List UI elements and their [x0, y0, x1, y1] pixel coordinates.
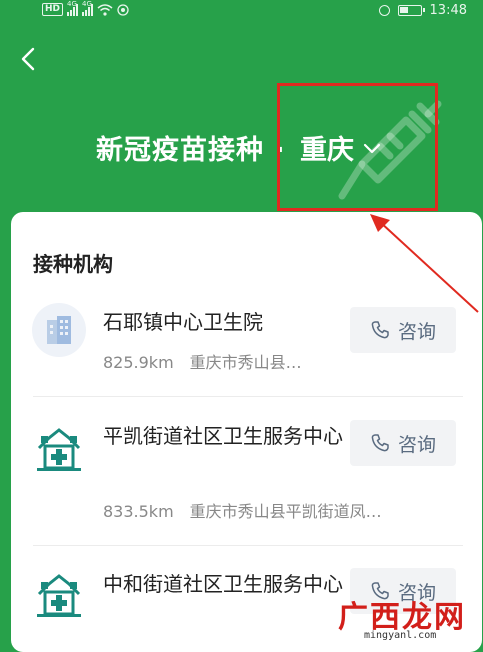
- phone-icon: [371, 434, 389, 452]
- status-right: 13:48: [378, 3, 467, 18]
- status-left: HD 4G 4G: [42, 0, 129, 16]
- watermark: 广西龙网 mingyanl.com: [320, 590, 483, 642]
- consult-button[interactable]: 咨询: [350, 420, 456, 466]
- org-meta: 825.9km 重庆市秀山县…: [103, 349, 302, 373]
- page-title: 新冠疫苗接种 ·: [96, 135, 286, 166]
- org-name: 石耶镇中心卫生院: [103, 310, 263, 334]
- divider: [33, 545, 463, 546]
- hospital-building-icon: [32, 303, 86, 357]
- org-distance: 825.9km: [103, 353, 174, 372]
- signal-icon: 4G: [82, 0, 94, 16]
- org-address: 重庆市秀山县…: [189, 353, 302, 372]
- status-time: 13:48: [429, 3, 467, 18]
- back-button[interactable]: [14, 44, 44, 74]
- org-meta: 833.5km 重庆市秀山县平凯街道凤…: [103, 498, 382, 522]
- divider: [33, 396, 463, 397]
- consult-label: 咨询: [397, 320, 436, 343]
- org-address: 重庆市秀山县平凯街道凤…: [189, 502, 382, 521]
- section-title: 接种机构: [33, 252, 113, 276]
- org-distance: 833.5km: [103, 502, 174, 521]
- phone-icon: [371, 321, 389, 339]
- annotation-highlight-box: [277, 83, 438, 211]
- network-label: 4G: [67, 0, 77, 8]
- network-label: 4G: [82, 0, 92, 8]
- chevron-left-icon: [21, 47, 35, 71]
- wifi-icon: [97, 3, 113, 16]
- battery-icon: [397, 5, 425, 16]
- hd-badge: HD: [42, 3, 64, 16]
- signal-icon: 4G: [67, 0, 79, 16]
- org-name: 平凯街道社区卫生服务中心: [103, 424, 343, 448]
- location-icon: [117, 3, 129, 16]
- consult-label: 咨询: [397, 433, 436, 456]
- status-bar: HD 4G 4G 13:48: [0, 0, 483, 24]
- clinic-icon: [37, 428, 81, 471]
- watermark-url: mingyanl.com: [364, 630, 437, 641]
- alarm-icon: [378, 5, 390, 16]
- annotation-arrow-icon: [370, 214, 479, 313]
- clinic-icon: [37, 574, 81, 617]
- org-name: 中和街道社区卫生服务中心: [103, 572, 343, 596]
